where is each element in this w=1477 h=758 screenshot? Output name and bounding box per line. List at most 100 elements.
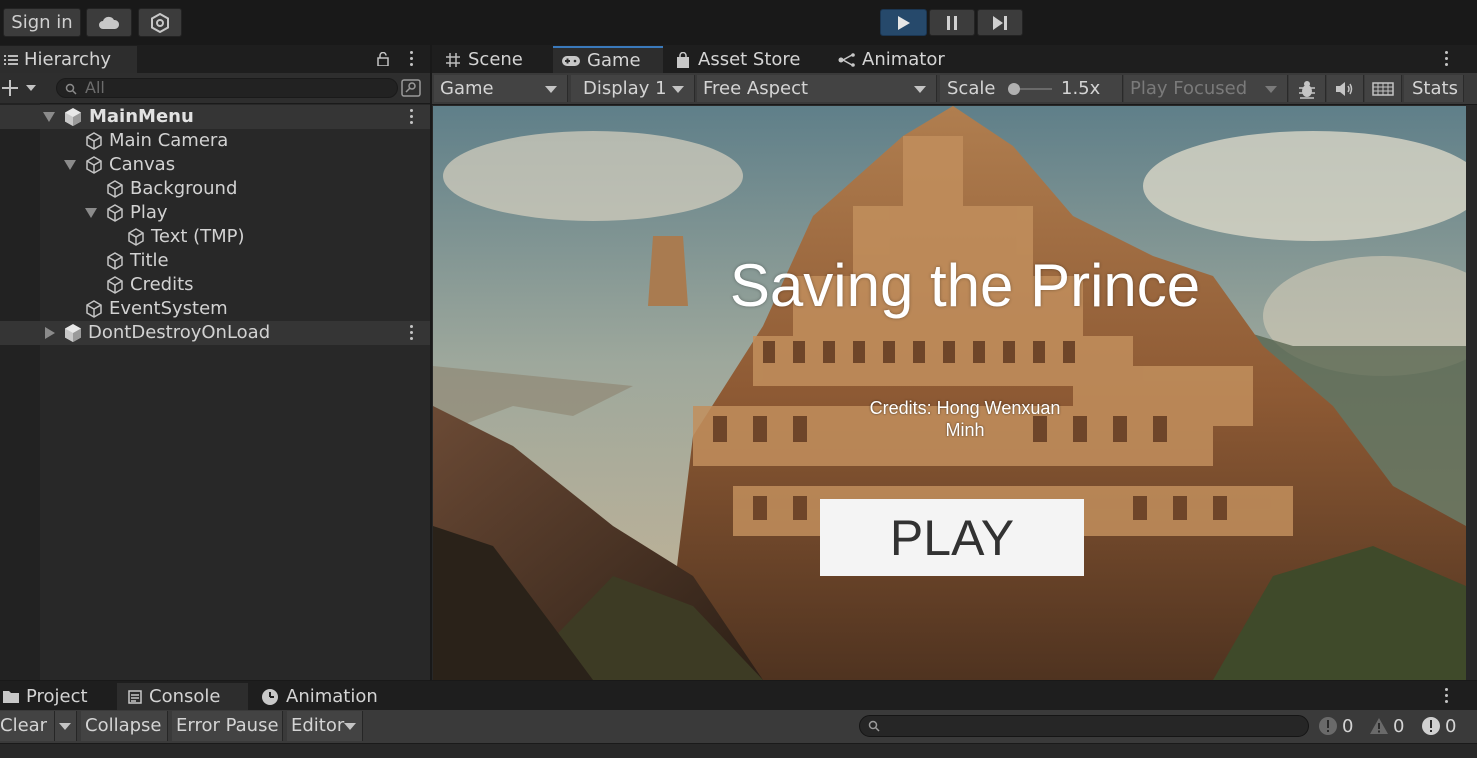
tab-animation[interactable]: Animation	[261, 683, 391, 710]
hierarchy-item-credits[interactable]: Credits	[0, 273, 430, 297]
aspect-value: Free Aspect	[703, 78, 809, 99]
clear-button[interactable]: Clear	[0, 711, 55, 741]
expand-arrow-icon[interactable]	[45, 327, 55, 339]
clear-options-dropdown[interactable]	[55, 711, 77, 741]
tab-asset-store[interactable]: Asset Store	[676, 46, 826, 73]
tab-game[interactable]: Game	[553, 46, 663, 73]
dropdown-caret-icon	[914, 86, 926, 93]
cloud-icon	[99, 16, 120, 29]
stats-button[interactable]: Stats	[1404, 75, 1464, 102]
editor-tab-bar: Scene Game Asset Store Animator	[432, 45, 1477, 73]
error-pause-toggle[interactable]: Error Pause	[172, 711, 283, 741]
error-count: 0	[1445, 715, 1457, 737]
scene-row-dontdestroyonload[interactable]: DontDestroyOnLoad	[0, 321, 430, 345]
hierarchy-menu-icon[interactable]	[410, 51, 414, 67]
debug-button[interactable]	[1289, 75, 1326, 102]
hierarchy-tab-label: Hierarchy	[24, 49, 112, 70]
console-toolbar: Clear Collapse Error Pause Editor 0 0 0	[0, 710, 1477, 744]
display-dropdown[interactable]: Display 1	[571, 75, 695, 102]
scene-row-mainmenu[interactable]: MainMenu	[0, 105, 430, 129]
console-search-input[interactable]	[859, 715, 1309, 737]
hierarchy-item-title[interactable]: Title	[0, 249, 430, 273]
gameobject-icon	[107, 180, 123, 198]
hierarchy-item-eventsystem[interactable]: EventSystem	[0, 297, 430, 321]
tab-project[interactable]: Project	[0, 683, 112, 710]
play-game-button[interactable]: PLAY	[820, 499, 1084, 576]
collapse-toggle[interactable]: Collapse	[81, 711, 168, 741]
console-panel: Project Console Animation Clear Collapse…	[0, 681, 1477, 758]
warning-count-toggle[interactable]: 0	[1369, 711, 1411, 741]
lock-icon[interactable]	[377, 52, 389, 66]
gameobject-icon	[107, 204, 123, 222]
hierarchy-item-label: Canvas	[109, 154, 176, 175]
hierarchy-item-play[interactable]: Play	[0, 201, 430, 225]
play-focus-value: Play Focused	[1130, 78, 1248, 99]
game-toolbar: Game Display 1 Free Aspect Scale 1.5x Pl…	[432, 73, 1477, 105]
editor-dropdown-label: Editor	[291, 715, 345, 736]
add-icon[interactable]	[2, 80, 38, 96]
pause-icon	[947, 15, 957, 30]
editor-dropdown[interactable]: Editor	[287, 711, 363, 741]
tab-game-label: Game	[587, 50, 641, 71]
console-menu-icon[interactable]	[1445, 688, 1449, 704]
tab-scene-label: Scene	[468, 49, 523, 70]
tab-console[interactable]: Console	[117, 683, 248, 710]
error-count-toggle[interactable]: 0	[1421, 711, 1463, 741]
dropdown-caret-icon	[344, 723, 356, 730]
hierarchy-item-label: Play	[130, 202, 168, 223]
hierarchy-panel: Hierarchy All MainMenu Main Camera Canva…	[0, 45, 430, 680]
sign-in-button[interactable]: Sign in	[3, 8, 81, 37]
scene-label-dontdestroyonload: DontDestroyOnLoad	[88, 322, 271, 343]
hierarchy-search-input[interactable]: All	[56, 78, 398, 98]
play-mode-button[interactable]	[880, 9, 927, 36]
tab-hierarchy[interactable]: Hierarchy	[0, 46, 137, 74]
background-artwork-image	[433, 106, 1466, 680]
editor-menu-icon[interactable]	[1445, 51, 1449, 67]
scale-slider-track[interactable]	[1006, 82, 1054, 96]
unity-scene-icon	[65, 108, 81, 126]
hierarchy-item-label: Credits	[130, 274, 194, 295]
tab-animation-label: Animation	[286, 686, 378, 707]
scale-value: 1.5x	[1061, 78, 1101, 99]
clock-icon	[262, 688, 278, 705]
scene-menu-icon[interactable]	[410, 109, 414, 125]
collapse-arrow-icon[interactable]	[85, 208, 97, 218]
hierarchy-item-canvas[interactable]: Canvas	[0, 153, 430, 177]
animator-icon	[838, 52, 855, 67]
hierarchy-item-label: Main Camera	[109, 130, 229, 151]
bug-icon	[1299, 81, 1315, 99]
pause-button[interactable]	[929, 9, 975, 36]
list-icon	[4, 54, 18, 65]
gameobject-icon	[86, 156, 102, 174]
step-button[interactable]	[977, 9, 1023, 36]
search-placeholder: All	[85, 78, 105, 97]
gameobject-icon	[107, 276, 123, 294]
search-options-icon[interactable]	[401, 79, 421, 97]
hierarchy-item-text-tmp[interactable]: Text (TMP)	[0, 225, 430, 249]
tab-scene[interactable]: Scene	[436, 46, 562, 73]
tab-animator[interactable]: Animator	[838, 46, 968, 73]
shortcuts-button[interactable]	[1365, 75, 1402, 102]
hierarchy-item-background[interactable]: Background	[0, 177, 430, 201]
tab-animator-label: Animator	[862, 49, 945, 70]
main-toolbar: Sign in	[0, 0, 1477, 44]
game-view[interactable]: Saving the Prince Credits: Hong Wenxuan …	[433, 106, 1466, 680]
scale-slider[interactable]: Scale 1.5x	[940, 75, 1123, 102]
gameobject-icon	[86, 300, 102, 318]
info-count-toggle[interactable]: 0	[1318, 711, 1360, 741]
collapse-arrow-icon[interactable]	[64, 160, 76, 170]
shopping-bag-icon	[677, 51, 689, 68]
aspect-dropdown[interactable]: Free Aspect	[697, 75, 937, 102]
play-focus-dropdown[interactable]: Play Focused	[1124, 75, 1288, 102]
info-count: 0	[1342, 715, 1354, 737]
dropdown-caret-icon	[672, 86, 684, 93]
hierarchy-item-main-camera[interactable]: Main Camera	[0, 129, 430, 153]
scale-label: Scale	[947, 78, 996, 99]
mute-audio-button[interactable]	[1327, 75, 1364, 102]
collapse-arrow-icon[interactable]	[43, 112, 55, 122]
cloud-button[interactable]	[86, 8, 132, 37]
game-mode-dropdown[interactable]: Game	[434, 75, 568, 102]
scene-menu-icon[interactable]	[410, 325, 414, 341]
gameobject-icon	[128, 228, 144, 246]
collab-button[interactable]	[138, 8, 182, 37]
